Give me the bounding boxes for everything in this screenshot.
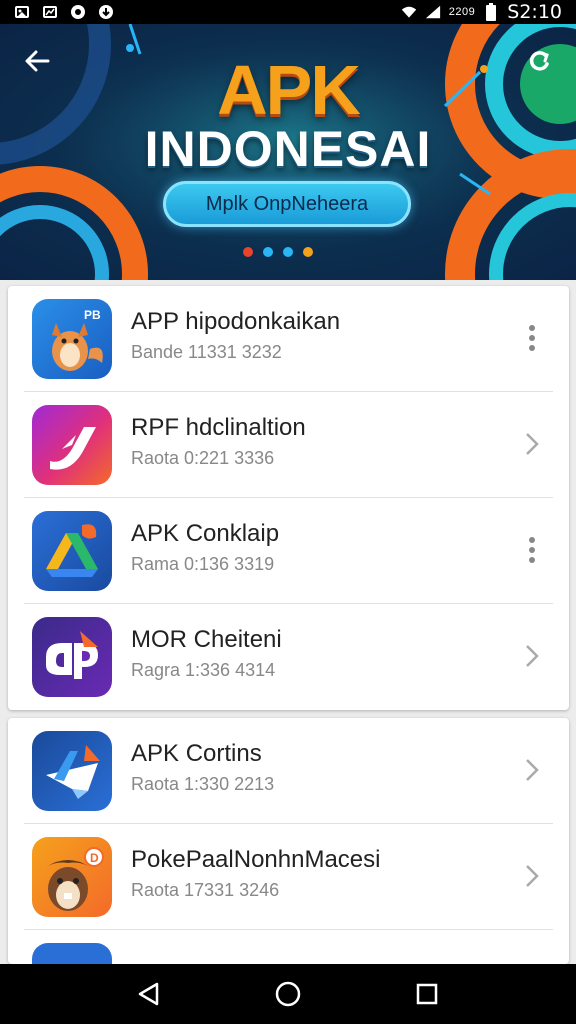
status-left-icons <box>14 4 114 20</box>
drive-app-icon <box>32 511 112 591</box>
chevron-right-icon[interactable] <box>517 429 547 459</box>
nav-home-button[interactable] <box>268 974 308 1014</box>
app-name: MOR Cheiteni <box>131 626 282 653</box>
wifi-icon <box>401 4 417 20</box>
app-name: RPF hdclinaltion <box>131 414 306 441</box>
clock: S2:10 <box>507 1 562 23</box>
ap-app-icon <box>32 617 112 697</box>
chevron-right-icon[interactable] <box>517 755 547 785</box>
plane-app-icon <box>32 731 112 811</box>
svg-text:PB: PB <box>84 308 101 322</box>
record-icon <box>70 4 86 20</box>
hero-banner: APK INDONESAI Mplk OnpNeheera <box>0 24 576 280</box>
app-list-item[interactable]: D PokePaalNonhnMacesi Raota 17331 3246 <box>24 824 553 930</box>
app-meta: Rama 0:136 3319 <box>131 554 275 574</box>
system-nav-bar <box>0 964 576 1024</box>
more-vert-icon[interactable] <box>517 323 547 353</box>
beaver-app-icon: D <box>32 837 112 917</box>
partial-app-icon <box>32 943 112 964</box>
carousel-indicator[interactable] <box>243 247 313 257</box>
app-meta: Bande 11331 3232 <box>131 342 282 362</box>
carousel-dot[interactable] <box>243 247 253 257</box>
app-list-card: PB APP hipodonkaikan Bande 11331 3232 RP… <box>8 286 569 710</box>
more-vert-icon[interactable] <box>517 535 547 565</box>
image-icon <box>14 4 30 20</box>
app-name: APK Conklaip <box>131 520 280 547</box>
download-icon <box>98 4 114 20</box>
battery-icon <box>483 3 499 21</box>
circle-home-icon <box>275 981 301 1007</box>
carousel-dot[interactable] <box>303 247 313 257</box>
svg-text:D: D <box>90 851 99 865</box>
carousel-dot[interactable] <box>263 247 273 257</box>
signal-icon <box>425 4 441 20</box>
chevron-right-icon[interactable] <box>517 641 547 671</box>
app-list-item[interactable]: PB APP hipodonkaikan Bande 11331 3232 <box>24 286 553 392</box>
square-recents-icon <box>416 983 437 1005</box>
app-list-item[interactable]: RPF hdclinaltion Raota 0:221 3336 <box>24 392 553 498</box>
photo-icon <box>42 4 58 20</box>
app-list-item[interactable]: MOR Cheiteni Ragra 1:336 4314 <box>24 604 553 710</box>
swirl-app-icon <box>32 405 112 485</box>
app-meta: Raota 1:330 2213 <box>131 774 275 794</box>
nav-back-button[interactable] <box>129 974 169 1014</box>
status-right: 2209 S2:10 <box>401 1 562 23</box>
app-name: APK Cortins <box>131 740 262 767</box>
app-name: APP hipodonkaikan <box>131 308 341 335</box>
banner-subtitle: INDONESAI <box>144 121 432 177</box>
app-list-card: APK Cortins Raota 1:330 2213 D PokePaalN… <box>8 718 569 964</box>
chevron-right-icon[interactable] <box>517 861 547 891</box>
app-list-item[interactable] <box>24 930 553 964</box>
banner-cta-button[interactable]: Mplk OnpNeheera <box>163 181 411 227</box>
network-label: 2209 <box>448 6 476 18</box>
app-meta: Raota 0:221 3336 <box>131 448 275 468</box>
app-meta: Raota 17331 3246 <box>131 880 280 900</box>
banner-title: APK <box>217 51 361 129</box>
carousel-dot[interactable] <box>283 247 293 257</box>
fox-app-icon: PB <box>32 299 112 379</box>
app-list-item[interactable]: APK Cortins Raota 1:330 2213 <box>24 718 553 824</box>
status-bar: 2209 S2:10 <box>0 0 576 24</box>
app-name: PokePaalNonhnMacesi <box>131 846 381 873</box>
nav-recents-button[interactable] <box>407 974 447 1014</box>
app-list-item[interactable]: APK Conklaip Rama 0:136 3319 <box>24 498 553 604</box>
app-meta: Ragra 1:336 4314 <box>131 660 276 680</box>
triangle-back-icon <box>139 982 159 1006</box>
